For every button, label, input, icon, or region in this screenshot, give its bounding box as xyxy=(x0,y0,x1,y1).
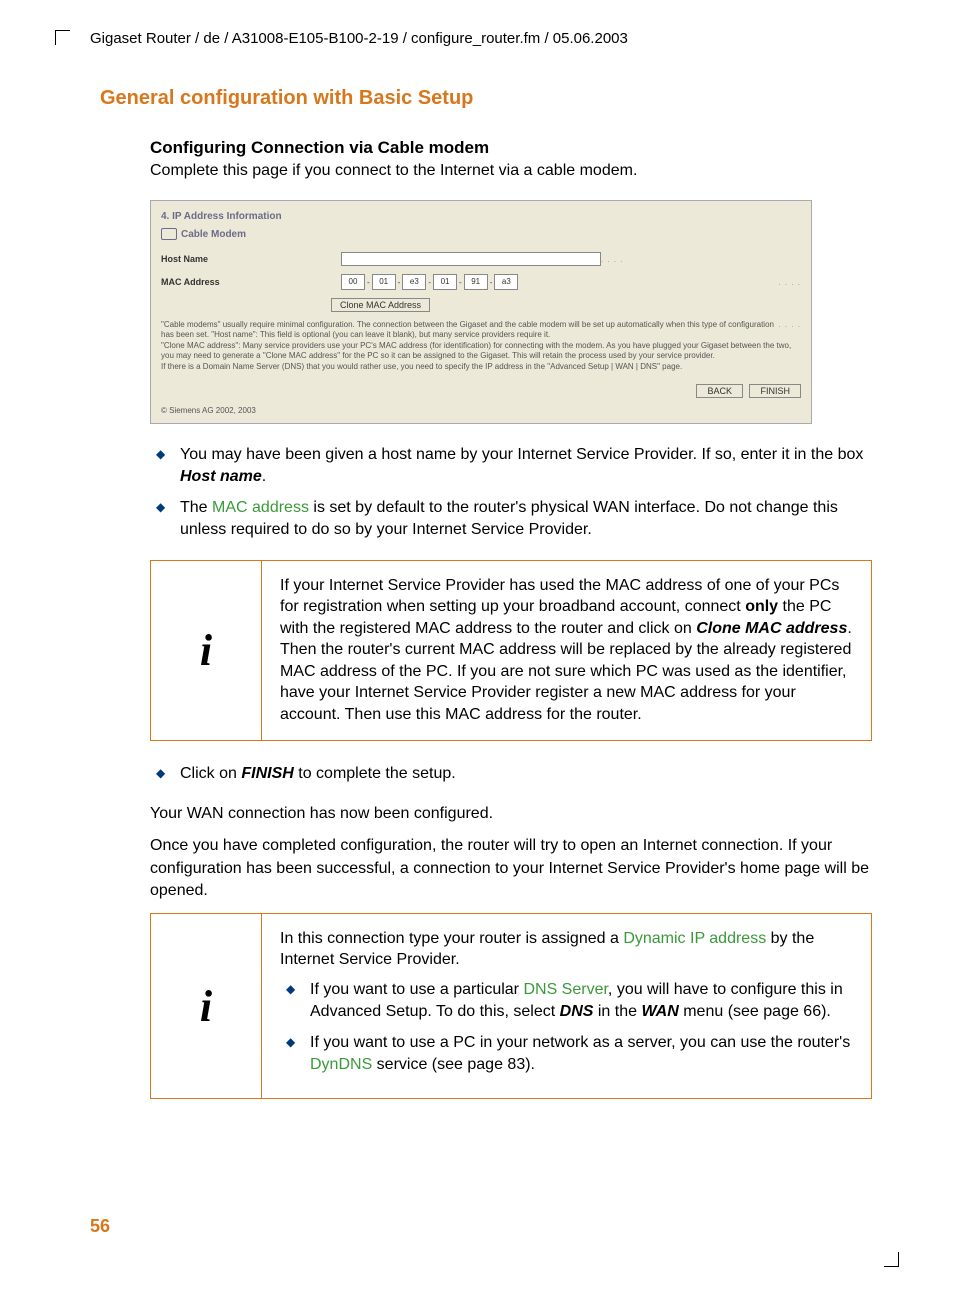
bullet-dns-server: If you want to use a particular DNS Serv… xyxy=(280,979,853,1024)
ss-help-3: If there is a Domain Name Server (DNS) t… xyxy=(161,362,801,372)
section-title: General configuration with Basic Setup xyxy=(100,87,884,110)
doc-path: Gigaset Router / de / A31008-E105-B100-2… xyxy=(90,30,884,47)
completion-text: Once you have completed configuration, t… xyxy=(150,835,884,902)
ss-help-1: "Cable modems" usually require minimal c… xyxy=(161,320,801,341)
crop-mark-br xyxy=(884,1252,899,1267)
ss-conn-label: Cable Modem xyxy=(181,229,246,240)
clone-mac-button[interactable]: Clone MAC Address xyxy=(331,298,430,312)
info-icon: i xyxy=(151,914,262,1099)
bullet-finish: Click on FINISH to complete the setup. xyxy=(150,763,884,785)
mac-box-4[interactable]: 91 xyxy=(464,274,488,290)
back-button[interactable]: BACK xyxy=(696,384,743,398)
mac-box-2[interactable]: e3 xyxy=(402,274,426,290)
lead-text: Complete this page if you connect to the… xyxy=(150,162,884,180)
modem-icon xyxy=(161,228,177,240)
mac-box-5[interactable]: a3 xyxy=(494,274,518,290)
info2-lead: In this connection type your router is a… xyxy=(280,928,853,971)
wan-configured-text: Your WAN connection has now been configu… xyxy=(150,803,884,825)
ss-copyright: © Siemens AG 2002, 2003 xyxy=(151,402,811,423)
mac-box-0[interactable]: 00 xyxy=(341,274,365,290)
mac-box-3[interactable]: 01 xyxy=(433,274,457,290)
info-box-dynamic-ip: i In this connection type your router is… xyxy=(150,913,872,1100)
dns-server-link[interactable]: DNS Server xyxy=(523,981,607,998)
crop-mark-tl xyxy=(55,30,70,45)
mac-address-group: 00- 01- e3- 01- 91- a3 xyxy=(341,274,518,290)
host-name-input[interactable] xyxy=(341,252,601,266)
bullet-host-name: You may have been given a host name by y… xyxy=(150,444,884,489)
dynamic-ip-link[interactable]: Dynamic IP address xyxy=(623,930,766,947)
info-box-clone-mac: i If your Internet Service Provider has … xyxy=(150,560,872,741)
ss-step-title: 4. IP Address Information xyxy=(151,201,811,226)
page-number: 56 xyxy=(90,1216,110,1237)
bullet-dyndns: If you want to use a PC in your network … xyxy=(280,1032,853,1077)
ss-help-2: "Clone MAC address": Many service provid… xyxy=(161,341,801,362)
host-name-label: Host Name xyxy=(161,254,341,264)
mac-address-label: MAC Address xyxy=(161,277,341,287)
dyndns-link[interactable]: DynDNS xyxy=(310,1056,372,1073)
bullet-mac-address: The MAC address is set by default to the… xyxy=(150,497,884,542)
mac-address-link[interactable]: MAC address xyxy=(212,499,309,516)
subheading: Configuring Connection via Cable modem xyxy=(150,138,884,158)
config-screenshot: 4. IP Address Information Cable Modem Ho… xyxy=(150,200,812,424)
info-body-1: If your Internet Service Provider has us… xyxy=(262,561,871,740)
mac-box-1[interactable]: 01 xyxy=(372,274,396,290)
info-icon: i xyxy=(151,561,262,740)
finish-button[interactable]: FINISH xyxy=(749,384,801,398)
ss-connection-type: Cable Modem xyxy=(151,226,811,248)
